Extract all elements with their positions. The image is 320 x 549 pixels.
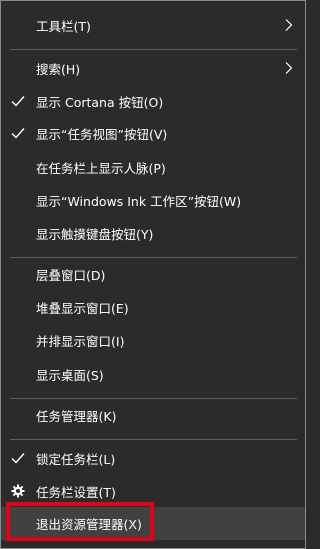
menu-item-label: 工具栏(T) <box>36 18 91 34</box>
menu-item-label: 显示“任务视图”按钮(V) <box>36 126 168 142</box>
menu-item-side-by-side-windows[interactable]: 并排显示窗口(I) <box>1 324 305 356</box>
menu-separator <box>10 49 297 50</box>
checkmark-icon <box>11 96 25 107</box>
menu-item-label: 锁定任务栏(L) <box>36 451 116 467</box>
chevron-right-icon <box>285 19 293 31</box>
menu-item-show-people[interactable]: 在任务栏上显示人脉(P) <box>1 151 305 183</box>
menu-item-toolbars[interactable]: 工具栏(T) <box>1 9 305 41</box>
annotation-highlight-box <box>6 502 154 541</box>
gear-icon <box>11 484 25 498</box>
taskbar-context-menu: 工具栏(T) 搜索(H) 显示 Cortana 按钮(O) 显示“任务视图”按钮… <box>0 0 306 549</box>
menu-item-label: 显示桌面(S) <box>36 367 104 383</box>
menu-item-label: 任务管理器(K) <box>36 408 117 424</box>
menu-item-show-desktop[interactable]: 显示桌面(S) <box>1 358 305 390</box>
menu-item-label: 显示 Cortana 按钮(O) <box>36 94 164 110</box>
menu-item-label: 显示触摸键盘按钮(Y) <box>36 226 154 242</box>
menu-item-label: 在任务栏上显示人脉(P) <box>36 160 166 176</box>
checkmark-icon <box>11 128 25 139</box>
checkmark-icon <box>11 453 25 464</box>
menu-item-label: 堆叠显示窗口(E) <box>36 300 129 316</box>
menu-item-label: 并排显示窗口(I) <box>36 333 125 349</box>
menu-item-lock-taskbar[interactable]: 锁定任务栏(L) <box>1 442 305 474</box>
menu-item-show-cortana-button[interactable]: 显示 Cortana 按钮(O) <box>1 85 305 117</box>
menu-item-show-task-view-button[interactable]: 显示“任务视图”按钮(V) <box>1 117 305 149</box>
menu-item-label: 显示“Windows Ink 工作区”按钮(W) <box>36 193 242 209</box>
menu-separator <box>10 439 297 440</box>
menu-item-label: 搜索(H) <box>36 61 81 77</box>
menu-item-search[interactable]: 搜索(H) <box>1 52 305 84</box>
chevron-right-icon <box>285 62 293 74</box>
menu-item-label: 层叠窗口(D) <box>36 267 106 283</box>
menu-item-stack-windows[interactable]: 堆叠显示窗口(E) <box>1 291 305 323</box>
menu-item-show-touch-keyboard-button[interactable]: 显示触摸键盘按钮(Y) <box>1 217 305 249</box>
menu-item-label: 任务栏设置(T) <box>36 484 116 500</box>
menu-item-cascade-windows[interactable]: 层叠窗口(D) <box>1 258 305 290</box>
menu-item-show-windows-ink-button[interactable]: 显示“Windows Ink 工作区”按钮(W) <box>1 184 305 216</box>
menu-item-task-manager[interactable]: 任务管理器(K) <box>1 399 305 431</box>
